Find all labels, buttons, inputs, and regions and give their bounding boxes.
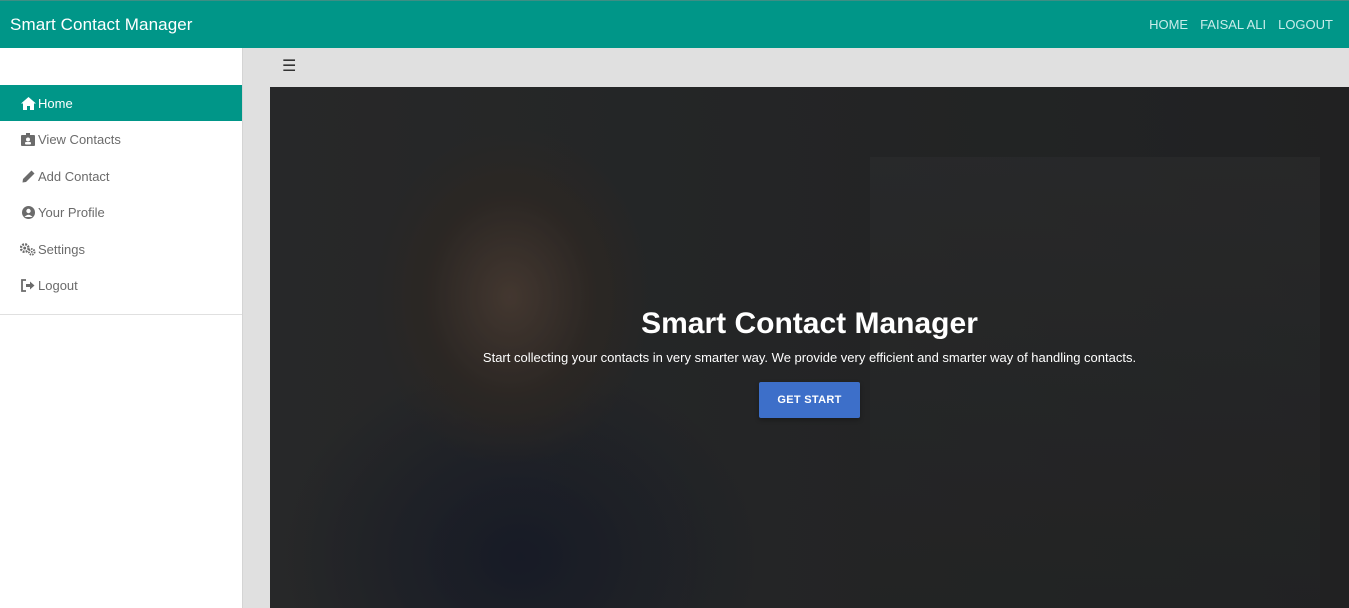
hero-banner: Smart Contact Manager Start collecting y… [270,87,1349,608]
sidebar-item-settings[interactable]: Settings [0,231,242,267]
nav-link-home[interactable]: HOME [1143,17,1194,32]
sidebar-item-label: View Contacts [38,132,121,147]
sidebar-item-add-contact[interactable]: Add Contact [0,158,242,194]
nav-link-logout[interactable]: LOGOUT [1272,17,1339,32]
id-card-icon [20,133,36,147]
get-start-button[interactable]: GET START [759,382,860,418]
hero-subtitle: Start collecting your contacts in very s… [482,350,1137,365]
sign-out-icon [20,279,36,293]
hero-title: Smart Contact Manager [641,307,978,340]
home-icon [20,96,36,110]
sidebar-item-label: Logout [38,278,78,293]
sidebar-menu: Home View Contacts Add Contact Your Prof… [0,85,242,315]
cogs-icon [20,242,36,256]
nav-links: HOME FAISAL ALI LOGOUT [1143,17,1339,32]
sidebar-item-label: Home [38,95,73,111]
sidebar-item-label: Add Contact [38,168,110,184]
sidebar-item-view-contacts[interactable]: View Contacts [0,122,242,158]
sidebar-item-label: Your Profile [38,205,105,220]
sidebar-item-your-profile[interactable]: Your Profile [0,195,242,231]
user-circle-icon [20,206,36,220]
pencil-icon [20,169,36,183]
sidebar-item-label: Settings [38,241,85,257]
brand-title[interactable]: Smart Contact Manager [10,15,193,35]
sidebar-item-home[interactable]: Home [0,85,242,121]
hero-text-block: Smart Contact Manager Start collecting y… [270,305,1349,418]
top-navbar: Smart Contact Manager HOME FAISAL ALI LO… [0,0,1349,48]
sidebar-item-logout[interactable]: Logout [0,268,242,304]
menu-toggle-icon[interactable]: ☰ [282,58,296,76]
main-content: ☰ Smart Contact Manager Start collecting… [243,48,1349,608]
sidebar: Home View Contacts Add Contact Your Prof… [0,48,243,608]
nav-link-user[interactable]: FAISAL ALI [1194,17,1272,32]
